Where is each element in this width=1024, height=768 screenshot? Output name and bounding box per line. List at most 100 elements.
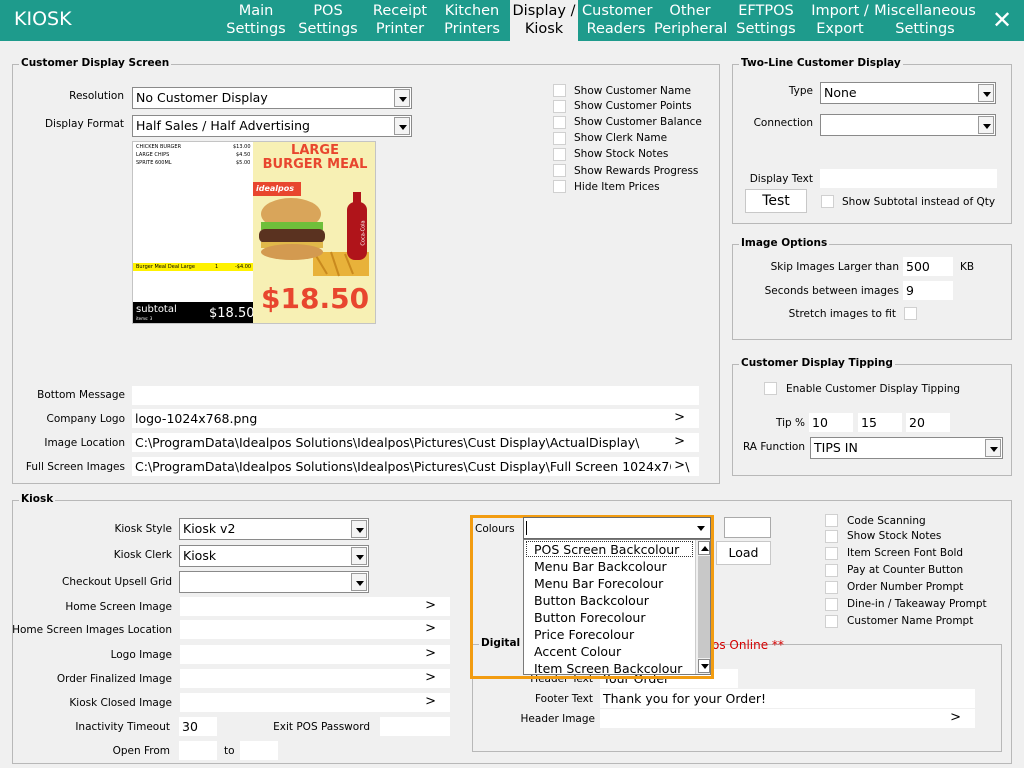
checkbox-label: Show Stock Notes — [574, 148, 669, 160]
code-scanning-checkbox[interactable] — [825, 514, 838, 527]
browse-icon[interactable]: > — [425, 597, 436, 615]
home-screen-image-field[interactable]: > — [180, 597, 450, 616]
tab-pos-settings[interactable]: POS Settings — [297, 0, 359, 41]
preview-price: -$4.00 — [235, 264, 252, 270]
kiosk-closed-image-label: Kiosk Closed Image — [69, 697, 172, 709]
upsell-grid-select[interactable] — [179, 571, 369, 593]
tab-kitchen-printers[interactable]: Kitchen Printers — [441, 0, 503, 41]
show-customer-points-checkbox[interactable] — [553, 100, 566, 113]
tip-field-3[interactable]: 20 — [906, 413, 950, 432]
hide-item-prices-checkbox[interactable] — [553, 180, 566, 193]
show-clerk-name-checkbox[interactable] — [553, 132, 566, 145]
tab-other-peripheral[interactable]: Other Peripheral — [654, 0, 727, 41]
colour-option[interactable]: Button Forecolour — [534, 610, 646, 625]
logo-image-field[interactable]: > — [180, 645, 450, 664]
show-customer-name-checkbox[interactable] — [553, 84, 566, 97]
seconds-between-field[interactable]: 9 — [903, 281, 953, 300]
chevron-down-icon[interactable] — [693, 519, 709, 537]
tip-field-1[interactable]: 10 — [809, 413, 853, 432]
checkbox-label: Customer Name Prompt — [847, 615, 974, 627]
open-from-field[interactable] — [179, 741, 217, 760]
dropdown-scrollbar[interactable] — [695, 540, 710, 674]
scroll-up-arrow-icon[interactable] — [698, 541, 710, 555]
enable-tipping-checkbox[interactable] — [764, 382, 777, 395]
home-images-location-field[interactable]: > — [180, 620, 450, 639]
ra-function-select[interactable]: TIPS IN — [810, 437, 1003, 459]
colours-dropdown-list: POS Screen Backcolour Menu Bar Backcolou… — [523, 539, 711, 675]
tab-receipt-printer[interactable]: Receipt Printer — [369, 0, 431, 41]
colour-option[interactable]: Accent Colour — [534, 644, 621, 659]
show-stock-notes-kiosk-checkbox[interactable] — [825, 530, 838, 543]
close-icon[interactable]: ✕ — [988, 6, 1016, 34]
browse-icon[interactable]: > — [950, 709, 961, 727]
test-button[interactable]: Test — [745, 189, 807, 213]
order-number-prompt-checkbox[interactable] — [825, 581, 838, 594]
show-stock-notes-checkbox[interactable] — [553, 148, 566, 161]
colour-option[interactable]: Menu Bar Backcolour — [534, 559, 667, 574]
tip-field-2[interactable]: 15 — [858, 413, 902, 432]
tab-customer-readers[interactable]: Customer Readers — [582, 0, 652, 41]
tab-display-kiosk[interactable]: Display / Kiosk — [510, 0, 578, 41]
colour-option[interactable]: Price Forecolour — [534, 627, 634, 642]
show-customer-balance-checkbox[interactable] — [553, 116, 566, 129]
chevron-down-icon[interactable] — [985, 439, 1001, 457]
company-logo-field[interactable]: logo-1024x768.png > — [132, 409, 699, 428]
browse-icon[interactable]: > — [425, 645, 436, 663]
open-to-field[interactable] — [240, 741, 278, 760]
chevron-down-icon[interactable] — [351, 520, 367, 538]
customer-name-prompt-checkbox[interactable] — [825, 615, 838, 628]
colour-option[interactable]: Menu Bar Forecolour — [534, 576, 663, 591]
preview-ad-pane: LARGE BURGER MEAL idealpos Coca-Cola $18.… — [253, 142, 375, 323]
tab-import-export[interactable]: Import / Export — [808, 0, 872, 41]
chevron-down-icon[interactable] — [351, 573, 367, 591]
dine-in-takeaway-checkbox[interactable] — [825, 598, 838, 611]
chevron-down-icon[interactable] — [978, 116, 994, 134]
show-subtotal-checkbox[interactable] — [821, 195, 834, 208]
type-select[interactable]: None — [820, 82, 996, 104]
tab-misc-settings[interactable]: Miscellaneous Settings — [874, 0, 976, 41]
browse-icon[interactable]: > — [674, 409, 685, 427]
kiosk-clerk-select[interactable]: Kiosk — [179, 545, 369, 567]
browse-icon[interactable]: > — [671, 433, 685, 451]
browse-icon[interactable]: > — [425, 669, 436, 687]
inactivity-timeout-field[interactable]: 30 — [179, 717, 217, 736]
exit-pos-password-field[interactable] — [380, 717, 450, 736]
kiosk-style-select[interactable]: Kiosk v2 — [179, 518, 369, 540]
colour-option[interactable]: Item Screen Backcolour — [534, 661, 682, 674]
scroll-thumb[interactable] — [698, 556, 710, 658]
header-image-field[interactable]: > — [600, 709, 975, 728]
item-font-bold-checkbox[interactable] — [825, 547, 838, 560]
browse-icon[interactable]: > — [671, 457, 685, 475]
connection-select[interactable] — [820, 114, 996, 136]
colours-select[interactable] — [523, 517, 711, 539]
chevron-down-icon[interactable] — [394, 89, 410, 107]
image-location-field[interactable]: C:\ProgramData\Idealpos Solutions\Idealp… — [132, 433, 699, 452]
order-finalized-image-field[interactable]: > — [180, 669, 450, 688]
display-text-field[interactable] — [820, 169, 997, 188]
resolution-select[interactable]: No Customer Display — [132, 87, 412, 109]
stretch-images-checkbox[interactable] — [904, 307, 917, 320]
skip-images-field[interactable]: 500 — [903, 257, 953, 276]
load-button[interactable]: Load — [716, 541, 771, 565]
chevron-down-icon[interactable] — [351, 547, 367, 565]
browse-icon[interactable]: > — [425, 620, 436, 638]
tab-label: Settings — [895, 21, 955, 37]
chevron-down-icon[interactable] — [394, 117, 410, 135]
tab-label: POS — [313, 3, 343, 19]
tab-eftpos-settings[interactable]: EFTPOS Settings — [734, 0, 798, 41]
fullscreen-images-field[interactable]: C:\ProgramData\Idealpos Solutions\Idealp… — [132, 457, 699, 476]
kiosk-closed-image-field[interactable]: > — [180, 693, 450, 712]
colour-option[interactable]: Button Backcolour — [534, 593, 649, 608]
colour-swatch[interactable] — [724, 517, 771, 538]
colour-option[interactable]: POS Screen Backcolour — [534, 542, 679, 557]
bottom-message-field[interactable] — [132, 386, 699, 405]
show-rewards-progress-checkbox[interactable] — [553, 164, 566, 177]
pay-at-counter-checkbox[interactable] — [825, 564, 838, 577]
checkbox-label: Dine-in / Takeaway Prompt — [847, 598, 987, 610]
chevron-down-icon[interactable] — [978, 84, 994, 102]
footer-text-field[interactable]: Thank you for your Order! — [600, 689, 975, 708]
browse-icon[interactable]: > — [425, 693, 436, 711]
tab-main-settings[interactable]: Main Settings — [225, 0, 287, 41]
scroll-down-arrow-icon[interactable] — [698, 659, 710, 673]
display-format-select[interactable]: Half Sales / Half Advertising — [132, 115, 412, 137]
